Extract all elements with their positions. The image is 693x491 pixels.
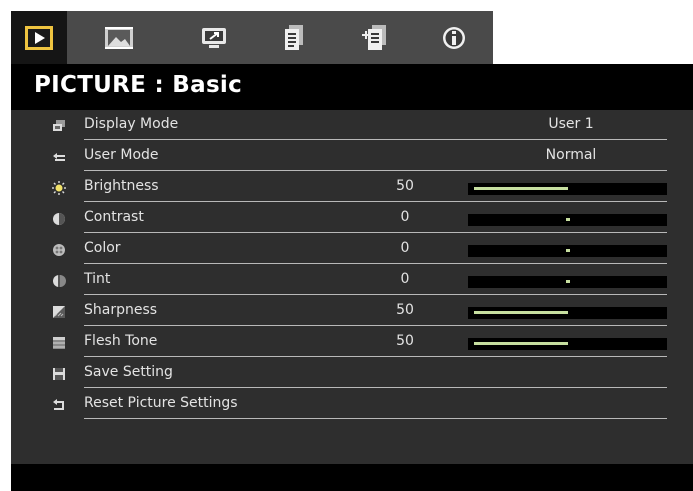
menu-list: Display Mode User 1 User Mode Normal Bri… xyxy=(11,110,693,420)
tint-value: 0 xyxy=(400,271,410,287)
row-divider xyxy=(84,418,667,419)
reset-icon xyxy=(53,399,64,410)
menu-item-label: Color xyxy=(84,240,121,256)
menu-item-user-mode[interactable]: User Mode Normal xyxy=(11,141,693,172)
page-title: PICTURE : Basic xyxy=(34,72,243,98)
brightness-slider[interactable] xyxy=(468,183,667,195)
contrast-value: 0 xyxy=(400,209,410,225)
menu-item-color[interactable]: Color 0 xyxy=(11,234,693,265)
sharpness-value: 50 xyxy=(396,302,414,318)
menu-item-label: Flesh Tone xyxy=(84,333,158,349)
flesh-tone-icon xyxy=(53,337,65,349)
menu-item-tint[interactable]: Tint 0 xyxy=(11,265,693,296)
row-divider xyxy=(84,170,667,171)
menu-item-brightness[interactable]: Brightness 50 xyxy=(11,172,693,203)
row-divider xyxy=(84,325,667,326)
menu-item-reset-picture-settings[interactable]: Reset Picture Settings xyxy=(11,389,693,420)
contrast-slider-marker xyxy=(566,218,570,221)
flesh-tone-slider-fill xyxy=(474,342,568,345)
tab-bar-blank xyxy=(493,11,693,64)
tab-advanced-setup[interactable] xyxy=(347,11,403,64)
menu-item-flesh-tone[interactable]: Flesh Tone 50 xyxy=(11,327,693,358)
brightness-value: 50 xyxy=(396,178,414,194)
flesh-tone-slider[interactable] xyxy=(468,338,667,350)
menu-item-label: Display Mode xyxy=(84,116,179,132)
color-slider-marker xyxy=(566,249,570,252)
row-divider xyxy=(84,387,667,388)
tab-information[interactable] xyxy=(426,11,482,64)
row-divider xyxy=(84,263,667,264)
menu-item-label: Reset Picture Settings xyxy=(84,395,238,411)
monitor-icon xyxy=(202,27,226,48)
tab-setup[interactable] xyxy=(266,11,322,64)
play-screen-icon xyxy=(25,25,53,50)
contrast-icon xyxy=(53,213,65,225)
title-bar: PICTURE : Basic xyxy=(11,64,693,110)
bottom-bar xyxy=(11,464,693,491)
tab-display[interactable] xyxy=(186,11,242,64)
menu-item-display-mode[interactable]: Display Mode User 1 xyxy=(11,110,693,141)
tab-picture[interactable] xyxy=(11,11,67,64)
menu-item-label: Contrast xyxy=(84,209,144,225)
menu-item-label: User Mode xyxy=(84,147,159,163)
info-icon xyxy=(443,26,465,49)
display-mode-value: User 1 xyxy=(548,116,594,132)
menu-item-label: Save Setting xyxy=(84,364,173,380)
brightness-slider-fill xyxy=(474,187,568,190)
row-divider xyxy=(84,232,667,233)
color-value: 0 xyxy=(400,240,410,256)
save-icon xyxy=(53,368,65,380)
color-slider[interactable] xyxy=(468,245,667,257)
row-divider xyxy=(84,294,667,295)
row-divider xyxy=(84,201,667,202)
tab-bar xyxy=(11,11,493,64)
flesh-tone-value: 50 xyxy=(396,333,414,349)
color-icon xyxy=(53,244,65,256)
sharpness-slider[interactable] xyxy=(468,307,667,319)
image-frame-icon xyxy=(105,26,133,49)
tint-slider-marker xyxy=(566,280,570,283)
menu-item-label: Brightness xyxy=(84,178,159,194)
tint-slider[interactable] xyxy=(468,276,667,288)
menu-item-label: Tint xyxy=(84,271,111,287)
brightness-icon xyxy=(52,181,66,195)
row-divider xyxy=(84,356,667,357)
tint-icon xyxy=(53,275,66,287)
tab-image[interactable] xyxy=(91,11,147,64)
sharpness-icon xyxy=(53,306,65,318)
sharpness-slider-fill xyxy=(474,311,568,314)
document-icon xyxy=(285,24,303,50)
user-mode-icon xyxy=(53,153,65,161)
row-divider xyxy=(84,139,667,140)
documents-plus-icon xyxy=(362,24,386,50)
menu-item-label: Sharpness xyxy=(84,302,158,318)
contrast-slider[interactable] xyxy=(468,214,667,226)
display-mode-icon xyxy=(53,120,65,131)
osd-menu: PICTURE : Basic Display Mode User 1 User… xyxy=(11,11,693,491)
menu-item-contrast[interactable]: Contrast 0 xyxy=(11,203,693,234)
menu-item-sharpness[interactable]: Sharpness 50 xyxy=(11,296,693,327)
user-mode-value: Normal xyxy=(545,147,597,163)
menu-item-save-setting[interactable]: Save Setting xyxy=(11,358,693,389)
